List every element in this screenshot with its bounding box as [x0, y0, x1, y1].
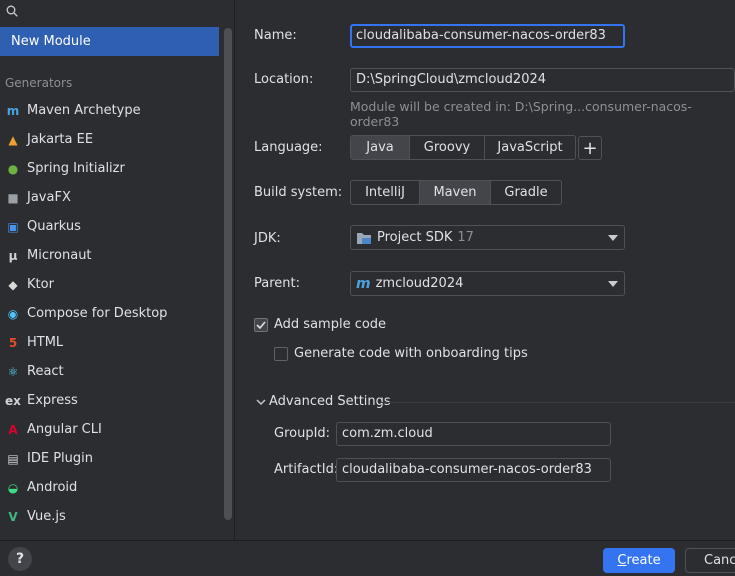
build-maven[interactable]: Maven	[420, 181, 491, 204]
sidebar-item-label: React	[27, 364, 64, 379]
language-label: Language:	[254, 140, 323, 155]
chevron-down-icon	[608, 235, 618, 241]
sidebar-item-label: Micronaut	[27, 248, 92, 263]
language-java[interactable]: Java	[351, 136, 410, 159]
create-button[interactable]: Create	[603, 548, 675, 573]
name-label: Name:	[254, 28, 297, 43]
parent-dropdown[interactable]: m zmcloud2024	[350, 271, 625, 296]
create-mnemonic: C	[617, 553, 627, 568]
sidebar-item-label: Jakarta EE	[27, 132, 94, 147]
sidebar-item-spring-initializr[interactable]: ● Spring Initializr	[0, 154, 219, 183]
sidebar-item-new-module[interactable]: New Module	[0, 27, 219, 56]
onboarding-checkbox[interactable]	[274, 347, 288, 361]
maven-icon: m	[6, 103, 20, 118]
chevron-down-icon	[608, 281, 618, 287]
ktor-icon: ◆	[8, 277, 18, 292]
jdk-version: 17	[457, 230, 474, 245]
sidebar-item-label: Compose for Desktop	[27, 306, 168, 321]
sidebar-item-label: Android	[27, 480, 78, 495]
advanced-separator	[380, 402, 735, 403]
sidebar-item-jakarta-ee[interactable]: ▲ Jakarta EE	[0, 125, 219, 154]
generators-sidebar: New Module Generators m Maven Archetype ▲ J…	[0, 0, 235, 540]
sidebar-item-label: Vue.js	[27, 509, 66, 524]
android-icon: ◒	[7, 480, 19, 495]
react-icon: ⚛	[7, 364, 19, 379]
jdk-dropdown[interactable]: Project SDK 17	[350, 225, 625, 250]
sidebar-item-label: Ktor	[27, 277, 54, 292]
language-javascript[interactable]: JavaScript	[485, 136, 575, 159]
create-label: reate	[626, 553, 661, 568]
folder-icon	[357, 232, 371, 244]
sidebar-item-label: Quarkus	[27, 219, 81, 234]
compose-icon: ◉	[7, 306, 19, 321]
jdk-label: JDK:	[254, 231, 281, 246]
language-groovy[interactable]: Groovy	[410, 136, 485, 159]
sidebar-item-maven-archetype[interactable]: m Maven Archetype	[0, 96, 219, 125]
sidebar-scrollbar[interactable]	[224, 28, 232, 520]
chevron-down-icon[interactable]	[256, 398, 266, 406]
location-field[interactable]: D:\SpringCloud\zmcloud2024	[350, 68, 735, 92]
sidebar-item-label: Spring Initializr	[27, 161, 125, 176]
name-field[interactable]: cloudalibaba-consumer-nacos-order83	[350, 24, 625, 48]
sidebar-item-express[interactable]: ex Express	[0, 386, 219, 415]
sidebar-item-javafx[interactable]: ■ JavaFX	[0, 183, 219, 212]
sidebar-item-compose-for-desktop[interactable]: ◉ Compose for Desktop	[0, 299, 219, 328]
sidebar-item-label: JavaFX	[27, 190, 71, 205]
sidebar-item-react[interactable]: ⚛ React	[0, 357, 219, 386]
cancel-button[interactable]: Cance	[685, 548, 735, 573]
artifactid-field[interactable]: cloudalibaba-consumer-nacos-order83	[336, 458, 611, 482]
sidebar-item-label: HTML	[27, 335, 64, 350]
sidebar-item-ide-plugin[interactable]: ▤ IDE Plugin	[0, 444, 219, 473]
angular-icon: A	[8, 422, 18, 437]
sidebar-item-micronaut[interactable]: μ Micronaut	[0, 241, 219, 270]
sidebar-item-label: Maven Archetype	[27, 103, 141, 118]
checkmark-icon	[256, 321, 266, 330]
vue-icon: V	[8, 509, 18, 524]
html-icon: 5	[8, 335, 18, 350]
spring-icon: ●	[7, 161, 19, 176]
sidebar-item-quarkus[interactable]: ▣ Quarkus	[0, 212, 219, 241]
sidebar-item-label: Express	[27, 393, 78, 408]
sidebar-item-html[interactable]: 5 HTML	[0, 328, 219, 357]
build-system-label: Build system:	[254, 185, 343, 200]
sidebar-item-ktor[interactable]: ◆ Ktor	[0, 270, 219, 299]
folder-icon: ■	[7, 190, 19, 205]
quarkus-icon: ▣	[7, 219, 19, 234]
sidebar-item-angular-cli[interactable]: A Angular CLI	[0, 415, 219, 444]
build-intellij[interactable]: IntelliJ	[351, 181, 420, 204]
add-sample-checkbox[interactable]	[254, 318, 268, 332]
parent-value: zmcloud2024	[375, 276, 464, 291]
micronaut-icon: μ	[8, 248, 18, 263]
sidebar-item-label: IDE Plugin	[27, 451, 93, 466]
add-language-button[interactable]: +	[578, 136, 602, 160]
artifactid-label: ArtifactId:	[274, 462, 339, 477]
jakarta-icon: ▲	[8, 132, 18, 147]
search-icon[interactable]	[6, 5, 18, 17]
parent-label: Parent:	[254, 276, 300, 291]
generators-heading: Generators	[5, 76, 73, 90]
build-system-selector: IntelliJ Maven Gradle	[350, 180, 562, 205]
sidebar-item-label: Angular CLI	[27, 422, 102, 437]
location-label: Location:	[254, 72, 314, 87]
generators-list: m Maven Archetype ▲ Jakarta EE ● Spring Initi…	[0, 96, 219, 531]
help-button[interactable]: ?	[8, 547, 32, 571]
sidebar-item-android[interactable]: ◒ Android	[0, 473, 219, 502]
express-icon: ex	[5, 393, 21, 408]
sidebar-item-vue-js[interactable]: V Vue.js	[0, 502, 219, 531]
onboarding-label[interactable]: Generate code with onboarding tips	[294, 346, 528, 361]
groupid-field[interactable]: com.zm.cloud	[336, 422, 611, 446]
location-hint: Module will be created in: D:\Spring...c…	[350, 99, 692, 129]
add-sample-label[interactable]: Add sample code	[274, 317, 386, 332]
jdk-value: Project SDK	[377, 230, 453, 245]
groupid-label: GroupId:	[274, 426, 331, 441]
build-gradle[interactable]: Gradle	[491, 181, 561, 204]
maven-icon: m	[356, 275, 371, 292]
language-selector: Java Groovy JavaScript	[350, 135, 576, 160]
advanced-settings-toggle[interactable]: Advanced Settings	[269, 394, 391, 409]
plugin-icon: ▤	[7, 451, 19, 466]
